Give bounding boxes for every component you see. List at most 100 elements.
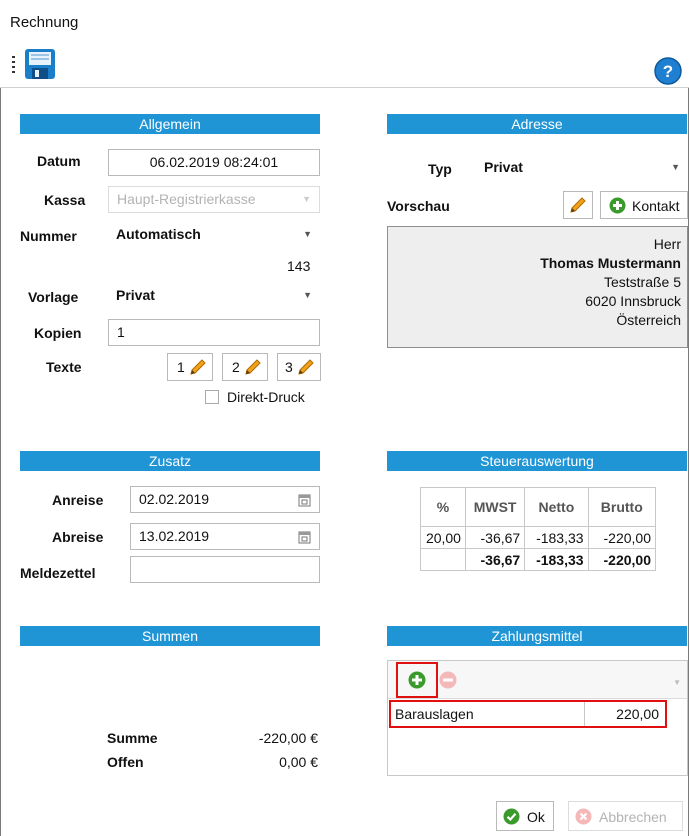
payment-amount: 220,00 [616, 706, 659, 722]
tax-row: 20,00 -36,67 -183,33 -220,00 [420, 526, 657, 549]
tax-col-brutto: Brutto [587, 487, 657, 527]
typ-select[interactable]: Privat ▼ [476, 155, 688, 182]
vorschau-label: Vorschau [387, 198, 450, 214]
anreise-label: Anreise [52, 492, 104, 508]
check-circle-icon [503, 808, 520, 825]
kassa-select[interactable]: Haupt-Registrierkasse ▼ [108, 186, 320, 213]
chevron-down-icon: ▼ [303, 290, 312, 300]
payment-name: Barauslagen [395, 706, 474, 722]
allgemein-header: Allgemein [20, 114, 320, 134]
nummer-label: Nummer [20, 228, 77, 244]
tax-cell: -183,33 [524, 548, 589, 571]
cancel-button[interactable]: Abbrechen [568, 801, 683, 831]
address-country: Österreich [616, 312, 681, 328]
pencil-icon [570, 197, 586, 213]
zahlung-header: Zahlungsmittel [387, 626, 687, 646]
close-circle-icon [575, 808, 592, 825]
text-1-label: 1 [177, 359, 185, 375]
vorlage-select[interactable]: Privat ▼ [108, 283, 320, 310]
add-payment-button[interactable] [408, 671, 426, 689]
title-bar: Rechnung [0, 0, 689, 42]
offen-value: 0,00 € [279, 754, 318, 770]
address-city: 6020 Innsbruck [585, 293, 681, 309]
address-name: Thomas Mustermann [540, 255, 681, 271]
zusatz-header: Zusatz [20, 451, 320, 471]
tax-table: % MWST Netto Brutto 20,00 -36,67 -183,33… [420, 487, 657, 571]
anreise-value: 02.02.2019 [139, 491, 210, 507]
edit-address-button[interactable] [563, 191, 593, 219]
window-title: Rechnung [10, 14, 79, 31]
tax-cell: -220,00 [587, 526, 657, 549]
tax-col-netto: Netto [524, 487, 589, 527]
adresse-header: Adresse [387, 114, 687, 134]
cancel-label: Abbrechen [599, 809, 667, 825]
anreise-date-input[interactable]: 02.02.2019 [130, 486, 320, 513]
tax-col-mwst: MWST [464, 487, 526, 527]
summe-label: Summe [107, 730, 158, 746]
kassa-value: Haupt-Registrierkasse [117, 191, 256, 207]
text-2-label: 2 [232, 359, 240, 375]
calendar-icon [298, 494, 311, 507]
remove-payment-button[interactable] [439, 671, 457, 689]
text-3-button[interactable]: 3 [277, 353, 321, 381]
toolbar-grip[interactable] [12, 56, 15, 74]
kontakt-label: Kontakt [632, 198, 680, 214]
abreise-value: 13.02.2019 [139, 528, 210, 544]
tax-cell: -36,67 [464, 526, 526, 549]
tax-cell: -220,00 [587, 548, 657, 571]
minus-circle-icon [439, 671, 457, 689]
abreise-date-input[interactable]: 13.02.2019 [130, 523, 320, 550]
meldezettel-label: Meldezettel [20, 565, 96, 581]
direkt-druck-label: Direkt-Druck [227, 389, 305, 405]
nummer-value: Automatisch [116, 226, 201, 242]
pencil-icon [245, 359, 261, 375]
plus-circle-icon [408, 671, 426, 689]
datum-field[interactable]: 06.02.2019 08:24:01 [108, 149, 320, 176]
vorlage-label: Vorlage [28, 289, 79, 305]
kopien-input[interactable]: 1 [108, 319, 320, 346]
address-street: Teststraße 5 [603, 274, 681, 290]
datum-label: Datum [37, 153, 81, 169]
ok-label: Ok [527, 809, 545, 825]
plus-circle-icon [609, 197, 626, 214]
kassa-label: Kassa [44, 192, 86, 208]
floppy-disk-icon[interactable] [24, 48, 56, 80]
nummer-select[interactable]: Automatisch ▼ [108, 222, 320, 249]
offen-label: Offen [107, 754, 144, 770]
meldezettel-input[interactable] [130, 556, 320, 583]
payment-row[interactable]: Barauslagen 220,00 [389, 700, 667, 728]
pencil-icon [298, 359, 314, 375]
nummer-count: 143 [287, 258, 311, 274]
address-salutation: Herr [653, 236, 681, 252]
typ-label: Typ [428, 161, 452, 177]
kopien-label: Kopien [34, 325, 82, 341]
column-divider [584, 702, 585, 726]
ok-button[interactable]: Ok [496, 801, 554, 831]
calendar-icon [298, 531, 311, 544]
toolbar: ? [0, 42, 689, 88]
summen-header: Summen [20, 626, 320, 646]
tax-cell: -183,33 [524, 526, 589, 549]
text-2-button[interactable]: 2 [222, 353, 268, 381]
tax-cell: -36,67 [464, 548, 526, 571]
abreise-label: Abreise [52, 529, 104, 545]
steuer-header: Steuerauswertung [387, 451, 687, 471]
text-1-button[interactable]: 1 [167, 353, 213, 381]
kontakt-button[interactable]: Kontakt [600, 191, 688, 219]
tax-total-row: -36,67 -183,33 -220,00 [420, 548, 657, 571]
tax-cell [420, 548, 466, 571]
tax-header-row: % MWST Netto Brutto [420, 487, 657, 527]
chevron-down-icon: ▼ [673, 678, 681, 687]
tax-cell: 20,00 [420, 526, 466, 549]
chevron-down-icon: ▼ [303, 229, 312, 239]
tax-col-percent: % [420, 487, 466, 527]
help-question-icon[interactable]: ? [654, 57, 682, 85]
summe-value: -220,00 € [258, 730, 318, 746]
direkt-druck-checkbox[interactable] [205, 390, 219, 404]
texte-label: Texte [46, 359, 82, 375]
vorlage-value: Privat [116, 287, 155, 303]
text-3-label: 3 [285, 359, 293, 375]
address-preview: Herr Thomas Mustermann Teststraße 5 6020… [387, 226, 688, 348]
pencil-icon [190, 359, 206, 375]
svg-text:?: ? [663, 62, 673, 81]
